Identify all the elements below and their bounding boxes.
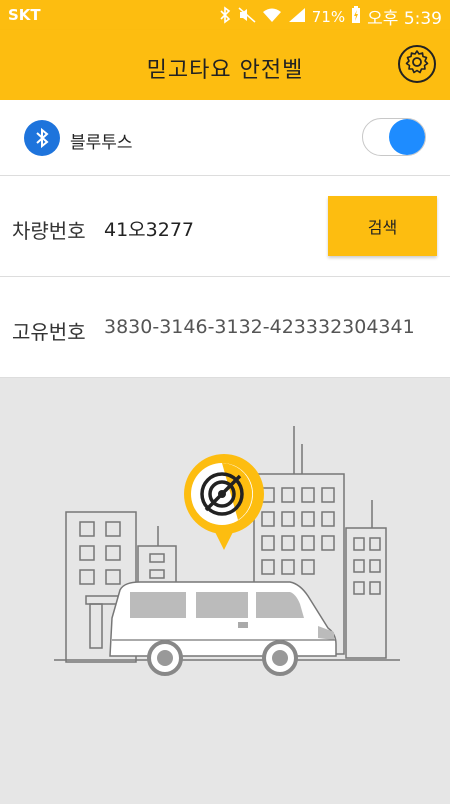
- bluetooth-row: 블루투스: [0, 100, 450, 176]
- vehicle-number-label: 차량번호: [12, 219, 86, 243]
- status-icons: 71% 오후 5:39: [218, 4, 442, 29]
- bluetooth-status-icon: [218, 5, 232, 28]
- device-id-value: 3830-3146-3132-423332304341: [104, 316, 415, 338]
- bluetooth-icon: [24, 120, 60, 156]
- vehicle-number-value: 41오3277: [104, 219, 195, 241]
- battery-icon: [351, 5, 361, 28]
- mute-icon: [238, 6, 256, 27]
- settings-button[interactable]: [398, 45, 436, 83]
- location-pin-icon: [184, 454, 264, 550]
- toggle-knob: [389, 119, 425, 155]
- search-button[interactable]: 검색: [328, 196, 437, 256]
- vehicle-number-row: 차량번호 41오3277 검색: [0, 176, 450, 277]
- battery-percent: 71%: [311, 7, 346, 26]
- city-van-illustration: [0, 378, 450, 800]
- wifi-icon: [262, 7, 282, 27]
- clock: 오후 5:39: [367, 9, 442, 29]
- bluetooth-toggle[interactable]: [362, 118, 426, 156]
- signal-icon: [288, 7, 306, 27]
- gear-icon: [404, 49, 430, 79]
- carrier-label: SKT: [8, 6, 41, 24]
- bluetooth-label: 블루투스: [70, 133, 133, 153]
- device-id-label: 고유번호: [12, 320, 86, 344]
- page-title: 믿고타요 안전벨: [146, 58, 304, 83]
- app-bar: 믿고타요 안전벨: [0, 30, 450, 100]
- device-id-row: 고유번호 3830-3146-3132-423332304341: [0, 277, 450, 378]
- status-bar: SKT 71% 오후 5:39: [0, 0, 450, 30]
